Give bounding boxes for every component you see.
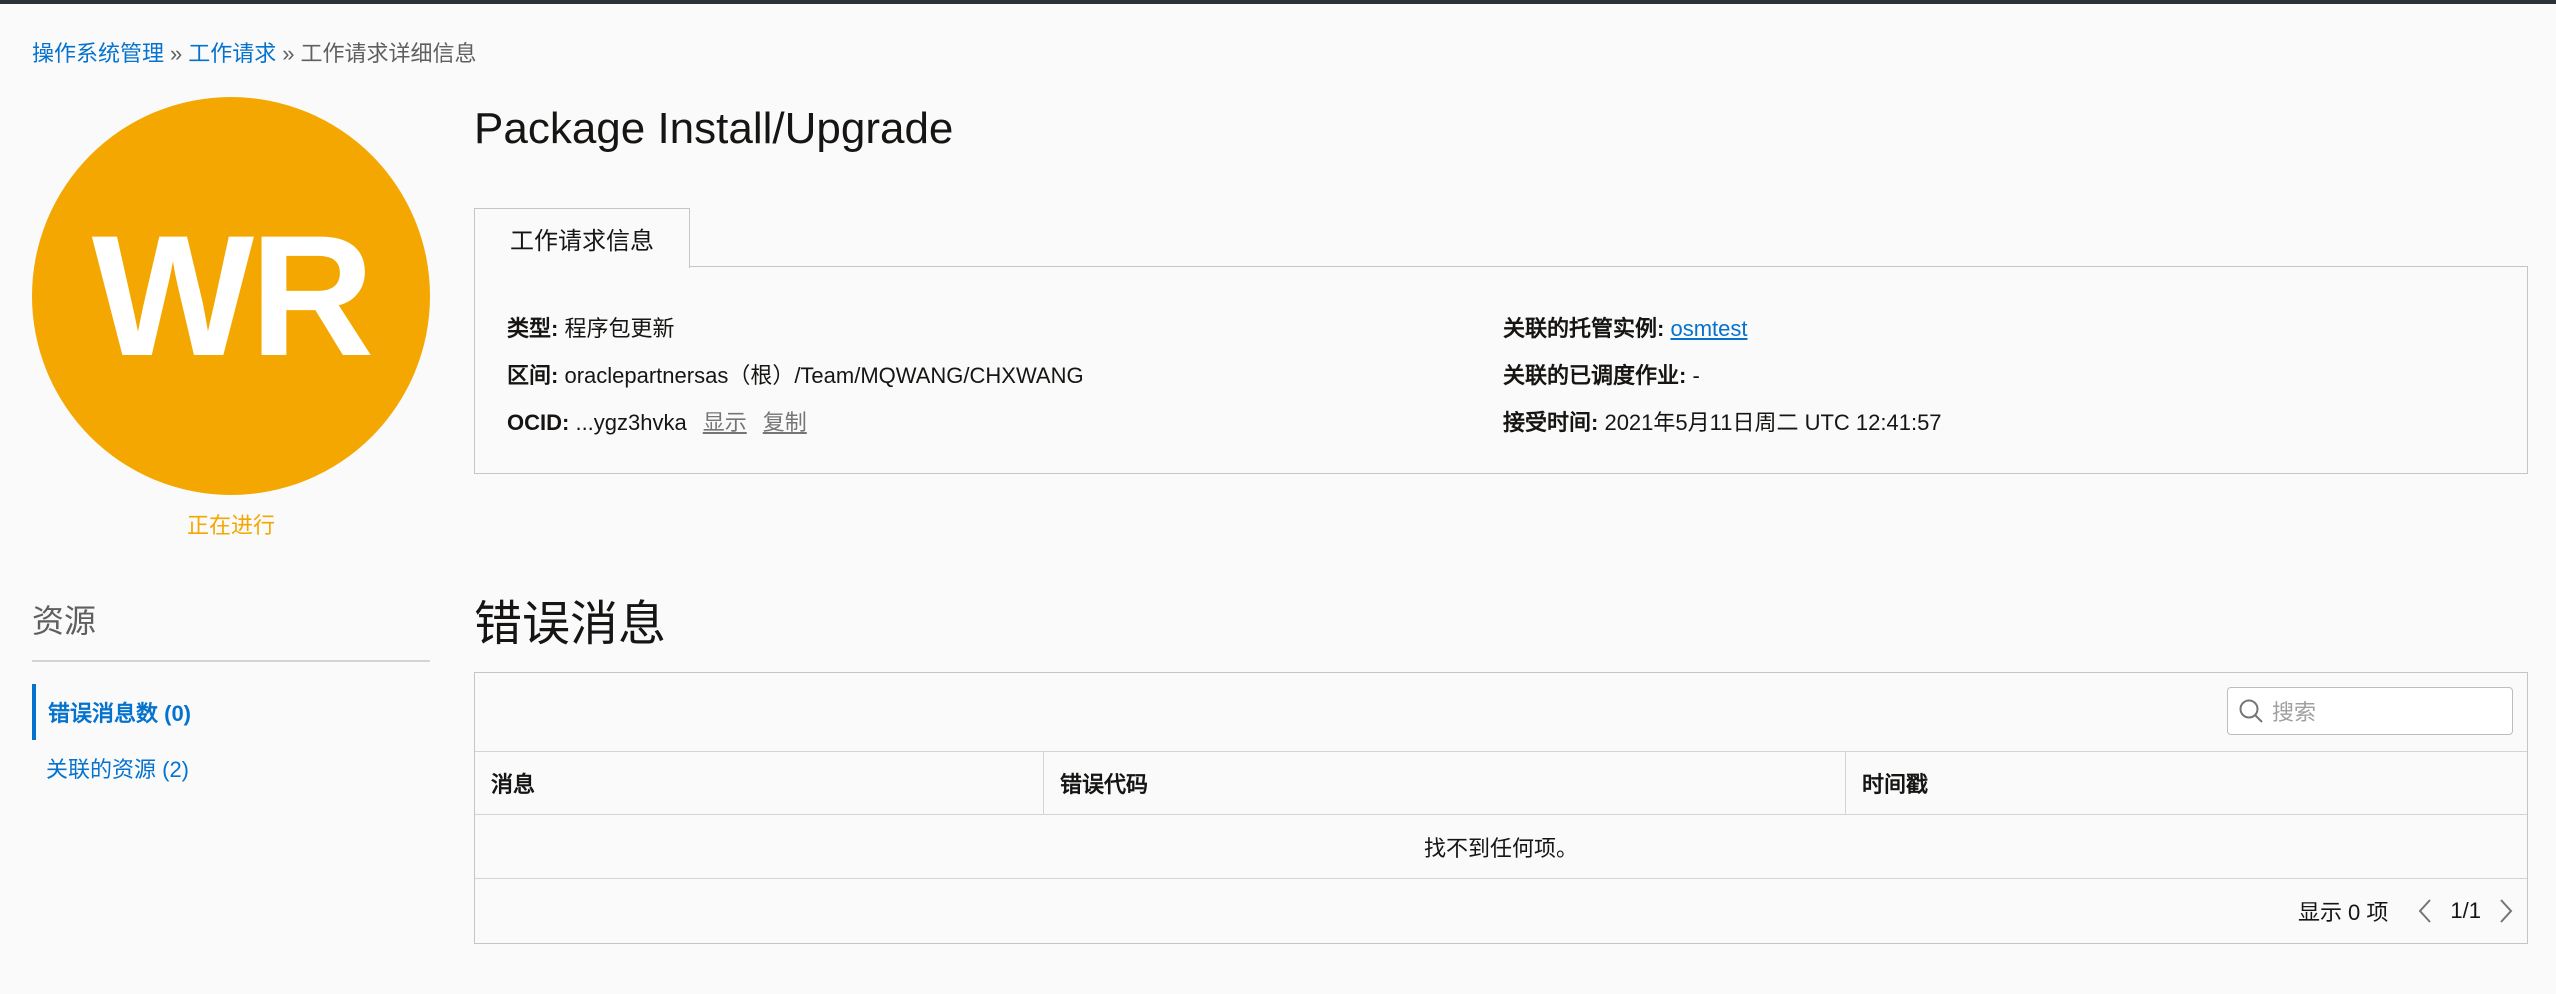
scheduled-job-value: -: [1692, 363, 1700, 388]
table-header: 消息 错误代码 时间戳: [475, 751, 2527, 815]
work-request-info-panel: 类型: 程序包更新 区间: oraclepartnersas（根）/Team/M…: [474, 266, 2528, 474]
resource-error-messages-link[interactable]: 错误消息数 (0): [32, 684, 430, 740]
accepted-time-label: 接受时间:: [1503, 410, 1599, 435]
accepted-time-field: 接受时间: 2021年5月11日周二 UTC 12:41:57: [1503, 405, 1942, 437]
type-field: 类型: 程序包更新: [507, 311, 674, 343]
ocid-value: ...ygz3hvka: [575, 410, 687, 435]
compartment-value: oraclepartnersas（根）/Team/MQWANG/CHXWANG: [564, 363, 1084, 388]
page-indicator: 1/1: [2450, 898, 2481, 923]
instance-field: 关联的托管实例: osmtest: [1503, 311, 1747, 343]
instance-link[interactable]: osmtest: [1670, 316, 1747, 341]
showing-count: 显示 0 项: [2297, 900, 2389, 925]
avatar-initials: WR: [91, 200, 375, 392]
copy-ocid-link[interactable]: 复制: [763, 410, 807, 435]
ocid-label: OCID:: [507, 410, 570, 435]
breadcrumb-os-management[interactable]: 操作系统管理: [32, 41, 164, 66]
empty-state-row: 找不到任何项。: [475, 815, 2527, 879]
show-ocid-link[interactable]: 显示: [703, 410, 747, 435]
page-title: Package Install/Upgrade: [474, 104, 954, 153]
type-value: 程序包更新: [564, 316, 675, 341]
scheduled-job-field: 关联的已调度作业: -: [1503, 358, 1700, 390]
column-header-message[interactable]: 消息: [475, 752, 1043, 814]
instance-label: 关联的托管实例:: [1503, 316, 1665, 341]
accepted-time-value: 2021年5月11日周二 UTC 12:41:57: [1604, 410, 1942, 435]
ocid-field: OCID: ...ygz3hvka 显示 复制: [507, 405, 807, 437]
chevron-left-icon[interactable]: [2414, 897, 2436, 925]
error-messages-table: 搜索 消息 错误代码 时间戳 找不到任何项。 显示 0 项 1/1: [474, 672, 2528, 944]
status-label: 正在进行: [186, 513, 275, 538]
search-placeholder: 搜索: [2272, 700, 2317, 725]
search-input[interactable]: 搜索: [2227, 687, 2513, 735]
breadcrumb-separator: »: [170, 41, 183, 66]
compartment-field: 区间: oraclepartnersas（根）/Team/MQWANG/CHXW…: [507, 358, 1084, 390]
scheduled-job-label: 关联的已调度作业:: [1503, 363, 1687, 388]
resources-title: 资源: [32, 603, 97, 639]
column-header-timestamp[interactable]: 时间戳: [1845, 752, 2527, 814]
type-label: 类型:: [507, 316, 559, 341]
breadcrumb-current: 工作请求详细信息: [300, 41, 477, 66]
compartment-label: 区间:: [507, 363, 559, 388]
resources-divider: [32, 660, 430, 662]
top-bar: [0, 0, 2556, 4]
chevron-right-icon[interactable]: [2495, 897, 2517, 925]
error-messages-title: 错误消息: [474, 598, 667, 651]
search-icon: [2239, 699, 2263, 723]
avatar: WR: [32, 97, 430, 495]
table-footer: 显示 0 项 1/1: [2298, 879, 2517, 943]
breadcrumb-separator: »: [282, 41, 295, 66]
resource-associated-resources-link[interactable]: 关联的资源 (2): [32, 740, 430, 796]
column-header-error-code[interactable]: 错误代码: [1043, 752, 1845, 814]
tab-work-request-info[interactable]: 工作请求信息: [474, 208, 690, 268]
breadcrumb: 操作系统管理» 工作请求» 工作请求详细信息: [32, 36, 477, 68]
breadcrumb-work-requests[interactable]: 工作请求: [188, 41, 276, 66]
